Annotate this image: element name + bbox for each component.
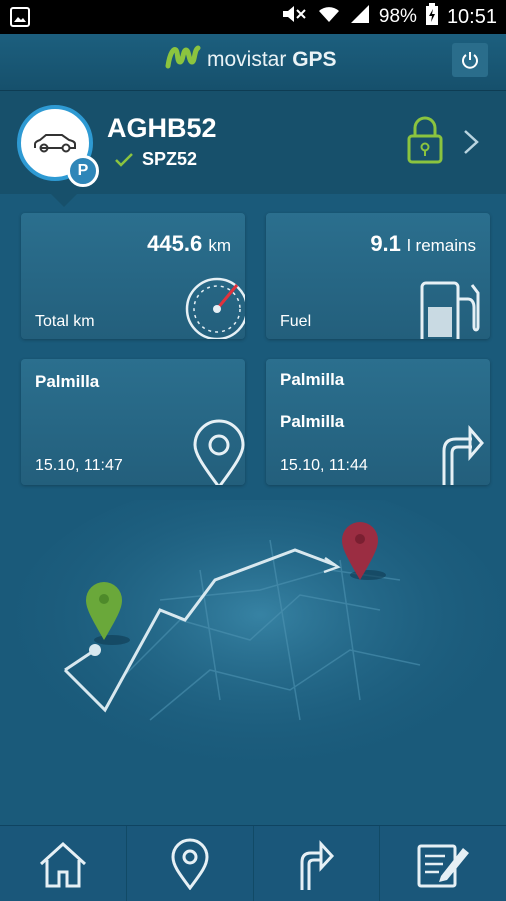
header-pointer (50, 193, 78, 207)
position-timestamp: 15.10, 11:47 (35, 457, 123, 474)
location-pin-icon (171, 838, 209, 890)
clock: 10:51 (446, 5, 497, 28)
power-icon (462, 52, 478, 69)
total-km-card[interactable]: 445.6 km Total km (21, 213, 245, 339)
position-card[interactable]: Palmilla 15.10, 11:47 (21, 359, 245, 485)
vehicle-avatar[interactable]: P (17, 105, 99, 187)
brand-prefix: movistar (207, 47, 287, 71)
lock-icon[interactable] (405, 116, 445, 169)
fuel-unit: l remains (407, 236, 476, 255)
total-km-label: Total km (35, 313, 95, 330)
trip-to: Palmilla (280, 412, 345, 431)
brand-suffix: GPS (292, 47, 337, 71)
vehicle-plate: AGHB52 (107, 113, 217, 143)
vehicle-sub-plate: SPZ52 (142, 149, 198, 169)
movistar-m-icon (165, 44, 201, 75)
trip-card[interactable]: Palmilla Palmilla 15.10, 11:44 (266, 359, 490, 485)
bottom-nav (0, 825, 506, 901)
nav-location[interactable] (127, 826, 254, 901)
wifi-icon (317, 4, 341, 30)
map-illustration (0, 480, 506, 825)
vehicle-header[interactable]: P AGHB52 SPZ52 (0, 91, 506, 194)
total-km-value: 445.6 (147, 231, 203, 256)
chevron-right-icon[interactable] (463, 129, 479, 160)
nav-home[interactable] (0, 826, 127, 901)
check-icon (115, 152, 133, 167)
app-logo: movistar GPS (165, 44, 337, 75)
app-header: movistar GPS (0, 34, 506, 91)
speedometer-icon (181, 271, 245, 339)
notes-icon (417, 844, 470, 887)
fuel-pump-icon (416, 279, 486, 339)
nav-notes[interactable] (380, 826, 506, 901)
route-arrow-icon (436, 421, 486, 485)
status-bar: 98% 10:51 (0, 0, 506, 34)
position-place: Palmilla (35, 372, 100, 391)
trip-from: Palmilla (280, 370, 345, 389)
home-icon (39, 841, 86, 887)
total-km-unit: km (208, 236, 231, 255)
power-button[interactable] (452, 43, 488, 77)
trip-timestamp: 15.10, 11:44 (280, 457, 368, 474)
mute-icon (281, 4, 309, 30)
car-icon (34, 134, 76, 153)
battery-icon (425, 3, 439, 31)
route-arrow-icon (300, 839, 335, 890)
location-pin-icon (191, 419, 245, 485)
fuel-card[interactable]: 9.1 l remains Fuel (266, 213, 490, 339)
battery-percent: 98% (378, 6, 417, 27)
fuel-value: 9.1 (370, 231, 401, 256)
nav-route[interactable] (254, 826, 381, 901)
fuel-label: Fuel (280, 313, 312, 330)
signal-icon (349, 4, 371, 30)
parking-badge: P (67, 155, 99, 187)
image-icon (10, 7, 30, 33)
